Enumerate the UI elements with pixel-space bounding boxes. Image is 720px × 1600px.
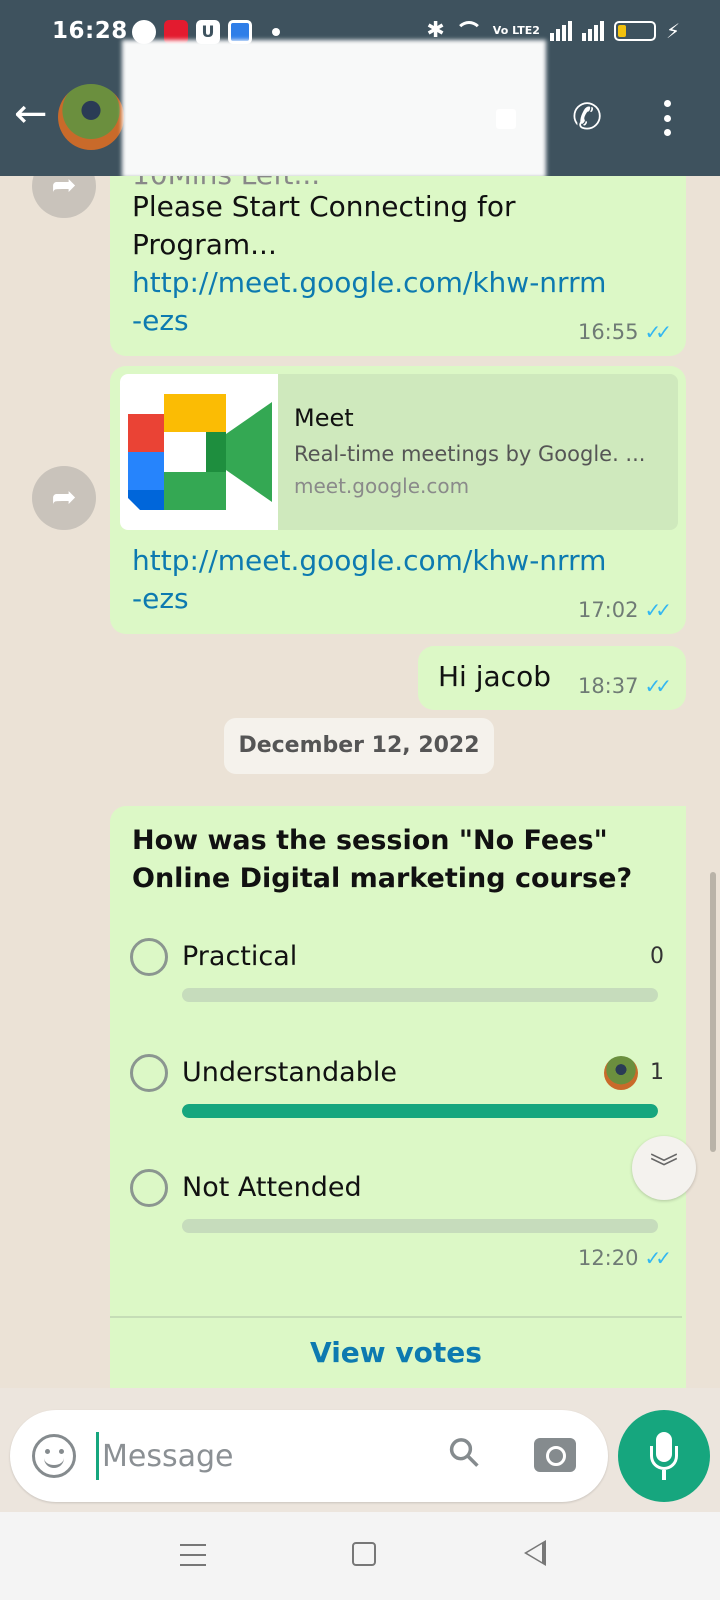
poll-option-label: Understandable	[182, 1057, 397, 1088]
attach-icon[interactable]: ⚲	[438, 1426, 491, 1479]
chat-area[interactable]: ➦ 10Mins Left... Please Start Connecting…	[0, 176, 720, 1388]
message-bubble[interactable]: Hi jacob 18:37 ✓✓	[418, 646, 686, 710]
emoji-icon[interactable]	[32, 1434, 76, 1478]
read-ticks-icon: ✓✓	[644, 674, 671, 698]
chat-header: ← ✆	[0, 40, 720, 178]
scrollbar[interactable]	[710, 872, 716, 1152]
signal-icon	[549, 20, 572, 41]
voter-avatar	[604, 1056, 638, 1090]
mic-icon-foot	[662, 1470, 666, 1480]
poll-question: How was the session "No Fees" Online Dig…	[132, 825, 633, 894]
message-time: 17:02	[577, 598, 639, 622]
message-meta: 16:55 ✓✓	[577, 320, 672, 344]
poll-option-count: 1	[650, 1060, 664, 1085]
poll-option[interactable]: Practical 0	[110, 938, 682, 1038]
message-link[interactable]: http://meet.google.com/khw-nrrm	[132, 264, 606, 302]
preview-domain: meet.google.com	[294, 474, 470, 498]
status-time: 16:28	[52, 18, 128, 44]
message-bubble[interactable]: 10Mins Left... Please Start Connecting f…	[110, 176, 686, 356]
forward-icon[interactable]: ➦	[32, 466, 96, 530]
poll-progress-track	[182, 1104, 658, 1118]
google-meet-logo	[120, 374, 278, 530]
message-input[interactable]	[102, 1428, 422, 1484]
more-vert-icon[interactable]	[664, 100, 672, 136]
message-text: Please Start Connecting for Program...	[132, 190, 516, 261]
mic-button[interactable]	[618, 1410, 710, 1502]
radio-button[interactable]	[130, 1169, 168, 1207]
back-icon[interactable]	[524, 1540, 546, 1566]
radio-button[interactable]	[130, 1054, 168, 1092]
home-icon[interactable]	[352, 1542, 376, 1566]
mic-icon-stand	[650, 1446, 678, 1470]
signal-2-icon	[581, 20, 604, 41]
message-link[interactable]: http://meet.google.com/khw-nrrm	[132, 542, 606, 580]
link-preview[interactable]: Meet Real-time meetings by Google. ... m…	[120, 374, 678, 530]
poll-time: 12:20	[577, 1246, 639, 1270]
volte-icon: Vo LTE2	[492, 24, 540, 37]
recents-icon[interactable]	[180, 1544, 206, 1566]
message-link-continuation[interactable]: -ezs	[132, 580, 189, 618]
date-separator: December 12, 2022	[224, 718, 494, 774]
more-notifications-icon	[272, 28, 280, 36]
poll-option-label: Practical	[182, 941, 298, 972]
message-link-continuation[interactable]: -ezs	[132, 302, 189, 340]
message-meta: 18:37 ✓✓	[577, 674, 672, 698]
composer: ⚲	[10, 1410, 608, 1502]
message-time: 18:37	[577, 674, 639, 698]
contact-name-redacted[interactable]	[122, 40, 546, 178]
message-text: Hi jacob	[438, 660, 551, 693]
message-meta: 17:02 ✓✓	[577, 598, 672, 622]
poll-bubble[interactable]: How was the session "No Fees" Online Dig…	[110, 806, 686, 1388]
view-votes-button[interactable]: View votes	[110, 1336, 682, 1369]
radio-button[interactable]	[130, 938, 168, 976]
poll-option-label: Not Attended	[182, 1172, 362, 1203]
poll-progress-track	[182, 988, 658, 1002]
camera-icon[interactable]	[534, 1438, 576, 1472]
battery-icon	[613, 20, 656, 41]
poll-progress-track	[182, 1219, 658, 1233]
message-bubble-link-preview[interactable]: Meet Real-time meetings by Google. ... m…	[110, 366, 686, 634]
poll-option-count: 0	[650, 944, 664, 969]
preview-description: Real-time meetings by Google. ...	[294, 442, 646, 466]
message-time: 16:55	[577, 320, 639, 344]
phone-icon[interactable]: ✆	[572, 98, 602, 138]
poll-option[interactable]: Understandable 1	[110, 1054, 682, 1154]
read-ticks-icon: ✓✓	[644, 320, 671, 344]
divider	[110, 1316, 682, 1318]
system-nav-bar	[0, 1512, 720, 1600]
text-cursor	[96, 1432, 99, 1480]
contact-avatar[interactable]	[58, 84, 124, 150]
wifi-icon	[454, 20, 483, 41]
forward-icon[interactable]: ➦	[32, 176, 96, 218]
back-arrow-icon[interactable]: ←	[14, 94, 48, 134]
scroll-to-bottom-icon[interactable]: ︾	[632, 1136, 696, 1200]
read-ticks-icon: ✓✓	[644, 1246, 671, 1270]
preview-title: Meet	[294, 404, 354, 432]
charging-icon: ⚡	[665, 18, 680, 43]
read-ticks-icon: ✓✓	[644, 598, 671, 622]
poll-progress-fill	[182, 1104, 658, 1118]
poll-meta: 12:20 ✓✓	[577, 1246, 672, 1270]
google-meet-icon	[128, 394, 272, 510]
